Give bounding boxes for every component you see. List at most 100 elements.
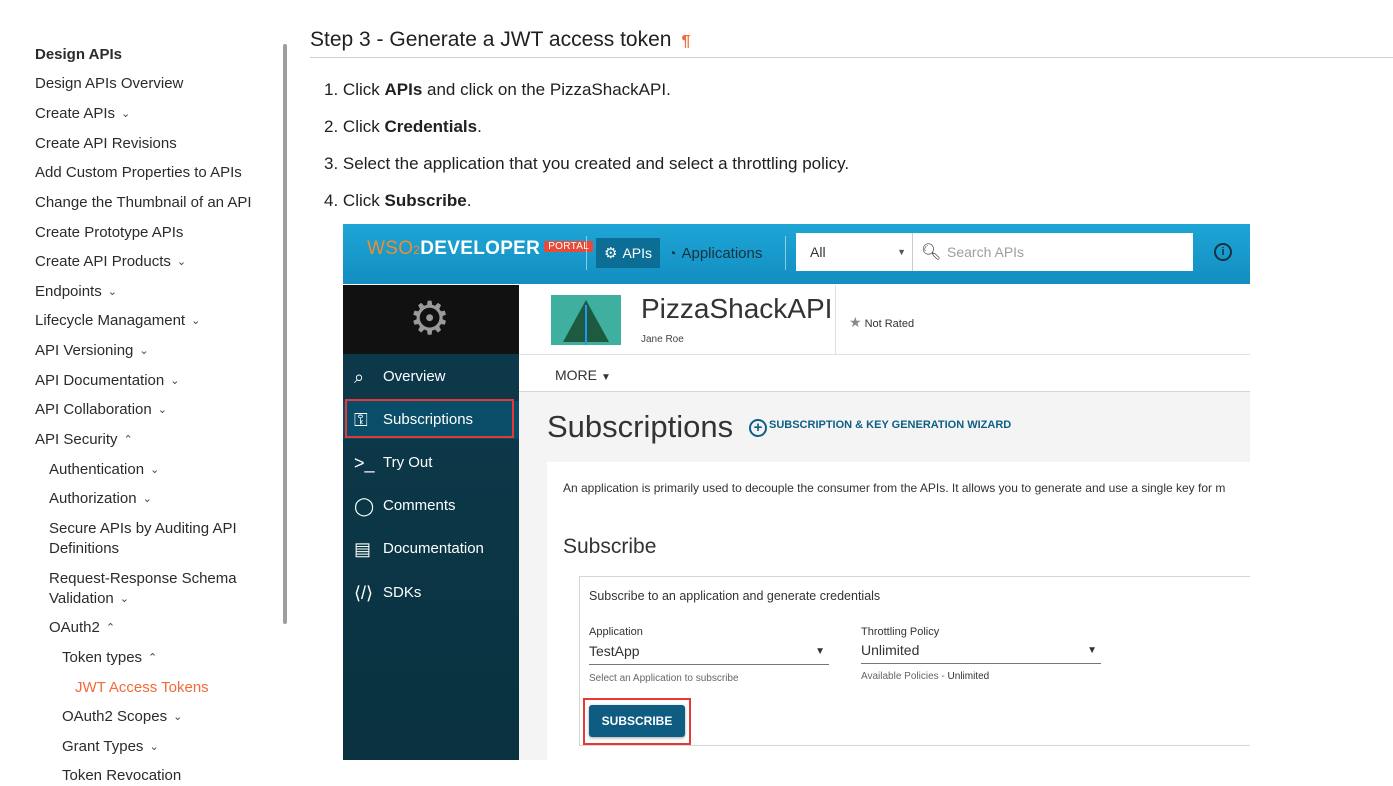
nav-item-custom-properties[interactable]: Add Custom Properties to APIs (35, 163, 242, 183)
comment-icon: ◯ (354, 496, 375, 516)
nav-item-endpoints[interactable]: Endpoints ⌄ (35, 282, 117, 302)
step-text: . (466, 191, 472, 210)
more-menu-button[interactable]: MORE ▼ (555, 367, 611, 383)
nav-item-jwt-access-tokens[interactable]: JWT Access Tokens (75, 678, 209, 698)
step-item: 3. Select the application that you creat… (324, 153, 849, 175)
nav-item-auditing-api-definitions[interactable]: Secure APIs by Auditing API Definitions (49, 519, 259, 559)
nav-item-label: OAuth2 (49, 619, 100, 636)
nav-item-schema-validation[interactable]: Request-Response Schema Validation ⌄ (49, 569, 259, 609)
sidebar-item-label: SDKs (383, 584, 422, 601)
chevron-down-icon: ⌄ (139, 345, 149, 357)
sidebar-item-comments[interactable]: ◯ Comments (343, 487, 519, 525)
nav-item-oauth2-scopes[interactable]: OAuth2 Scopes ⌄ (62, 707, 182, 727)
nav-item-token-revocation[interactable]: Token Revocation (62, 766, 181, 786)
api-sidebar-header: ⚙ (343, 285, 519, 354)
api-thumbnail (551, 295, 621, 345)
nav-item-grant-types[interactable]: Grant Types ⌄ (62, 737, 159, 757)
api-rating[interactable]: ★ Not Rated (849, 314, 914, 331)
nav-item-create-apis[interactable]: Create APIs ⌄ (35, 104, 130, 124)
settings-gear-icon: ⚙ (409, 292, 451, 344)
nav-item-lifecycle[interactable]: Lifecycle Managament ⌄ (35, 311, 200, 331)
step-number: 2. (324, 117, 339, 136)
gear-icon: ⚙ (604, 245, 618, 262)
nav-item-label: Endpoints (35, 283, 102, 300)
application-select[interactable]: TestApp ▼ (589, 643, 829, 665)
page-title: Step 3 - Generate a JWT access token ¶ (310, 28, 690, 52)
logo-wso: WSO (367, 238, 414, 259)
wizard-link-label: SUBSCRIPTION & KEY GENERATION WIZARD (769, 419, 1012, 431)
nav-item-label: Grant Types (62, 738, 144, 755)
header-divider (835, 285, 836, 355)
portal-top-bar: WSO2DEVELOPER PORTAL ⚙ APIs ◔ Applications … (343, 224, 1250, 284)
subscriptions-section: Subscriptions + SUBSCRIPTION & KEY GENERA… (519, 392, 1250, 760)
sidebar-item-label: Try Out (383, 454, 433, 471)
nav-item-prototype-apis[interactable]: Create Prototype APIs (35, 223, 183, 243)
applications-tab-label: Applications (681, 245, 763, 262)
policy-help-text: Available Policies - Unlimited (861, 671, 989, 682)
nav-item-api-collaboration[interactable]: API Collaboration ⌄ (35, 400, 167, 420)
topbar-divider (785, 236, 786, 270)
nav-item-api-documentation[interactable]: API Documentation ⌄ (35, 371, 179, 391)
nav-item-token-types[interactable]: Token types ⌃ (62, 648, 157, 668)
nav-scrollbar[interactable] (283, 44, 287, 624)
subscribe-button[interactable]: SUBSCRIBE (589, 705, 685, 737)
chevron-down-icon: ⌄ (121, 108, 131, 120)
nav-item-oauth2[interactable]: OAuth2 ⌃ (49, 618, 115, 638)
info-icon[interactable]: i (1214, 243, 1232, 261)
caret-down-icon: ▼ (815, 646, 825, 657)
subscribe-title: Subscribe (563, 535, 657, 558)
nav-item-label: Token types (62, 649, 143, 666)
chevron-down-icon: ⌄ (170, 375, 180, 387)
nav-item-create-api-revisions[interactable]: Create API Revisions (35, 134, 177, 154)
permalink-icon[interactable]: ¶ (681, 33, 690, 50)
nav-item-label: API Documentation (35, 372, 165, 389)
sidebar-item-try-out[interactable]: >_ Try Out (343, 444, 519, 482)
chevron-up-icon: ⌃ (105, 622, 116, 634)
api-owner: Jane Roe (641, 334, 684, 345)
step-bold: APIs (384, 80, 423, 99)
sidebar-item-sdks[interactable]: ⟨/⟩ SDKs (343, 574, 519, 612)
search-category-select[interactable]: All ▼ (796, 233, 912, 271)
nav-item-authorization[interactable]: Authorization ⌄ (49, 489, 152, 509)
applications-tab[interactable]: ◔ Applications (668, 238, 762, 268)
nav-item-label: JWT Access Tokens (75, 679, 209, 696)
nav-item-label: Authorization (49, 490, 137, 507)
subscriptions-highlight-box (345, 399, 514, 438)
nav-item-design-apis-overview[interactable]: Design APIs Overview (35, 74, 183, 94)
chevron-down-icon: ⌄ (149, 741, 159, 753)
title-divider (310, 57, 1393, 58)
step-item: 1. Click APIs and click on the PizzaShac… (324, 79, 671, 101)
portal-logo[interactable]: WSO2DEVELOPER PORTAL (367, 238, 594, 260)
chevron-down-icon: ⌄ (157, 404, 167, 416)
step-text: Select the application that you created … (342, 154, 850, 173)
step-number: 1. (324, 80, 339, 99)
sidebar-item-documentation[interactable]: ▤ Documentation (343, 530, 519, 568)
step-text: . (477, 117, 482, 136)
step-bold: Subscribe (384, 191, 467, 210)
nav-item-api-versioning[interactable]: API Versioning ⌄ (35, 341, 149, 361)
nav-item-label: Authentication (49, 461, 145, 478)
policy-selected-value: Unlimited (861, 642, 920, 658)
nav-item-api-security[interactable]: API Security ⌃ (35, 430, 133, 450)
policy-help-prefix: Available Policies - (861, 671, 948, 682)
sidebar-item-label: Documentation (383, 540, 484, 557)
nav-item-label: Request-Response Schema Validation (49, 570, 237, 607)
nav-item-authentication[interactable]: Authentication ⌄ (49, 460, 159, 480)
caret-down-icon: ▼ (601, 372, 611, 383)
chevron-up-icon: ⌃ (123, 434, 133, 446)
caret-down-icon: ▼ (1087, 645, 1097, 656)
sidebar-item-overview[interactable]: ⌕ Overview (343, 358, 519, 396)
throttling-policy-select[interactable]: Unlimited ▼ (861, 642, 1101, 664)
search-icon[interactable]: 🔍︎ (921, 242, 941, 262)
sidebar-item-label: Comments (383, 497, 456, 514)
nav-item-label: Lifecycle Managament (35, 312, 186, 329)
search-input[interactable] (947, 233, 1187, 271)
nav-item-api-products[interactable]: Create API Products ⌄ (35, 252, 186, 272)
chevron-down-icon: ⌄ (176, 256, 187, 268)
key-generation-wizard-link[interactable]: + SUBSCRIPTION & KEY GENERATION WIZARD (749, 419, 1011, 437)
star-icon: ★ (849, 314, 862, 330)
nav-item-label: OAuth2 Scopes (62, 708, 168, 725)
nav-item-change-thumbnail[interactable]: Change the Thumbnail of an API (35, 193, 252, 213)
throttling-policy-label: Throttling Policy (861, 626, 940, 638)
apis-tab[interactable]: ⚙ APIs (596, 238, 660, 268)
